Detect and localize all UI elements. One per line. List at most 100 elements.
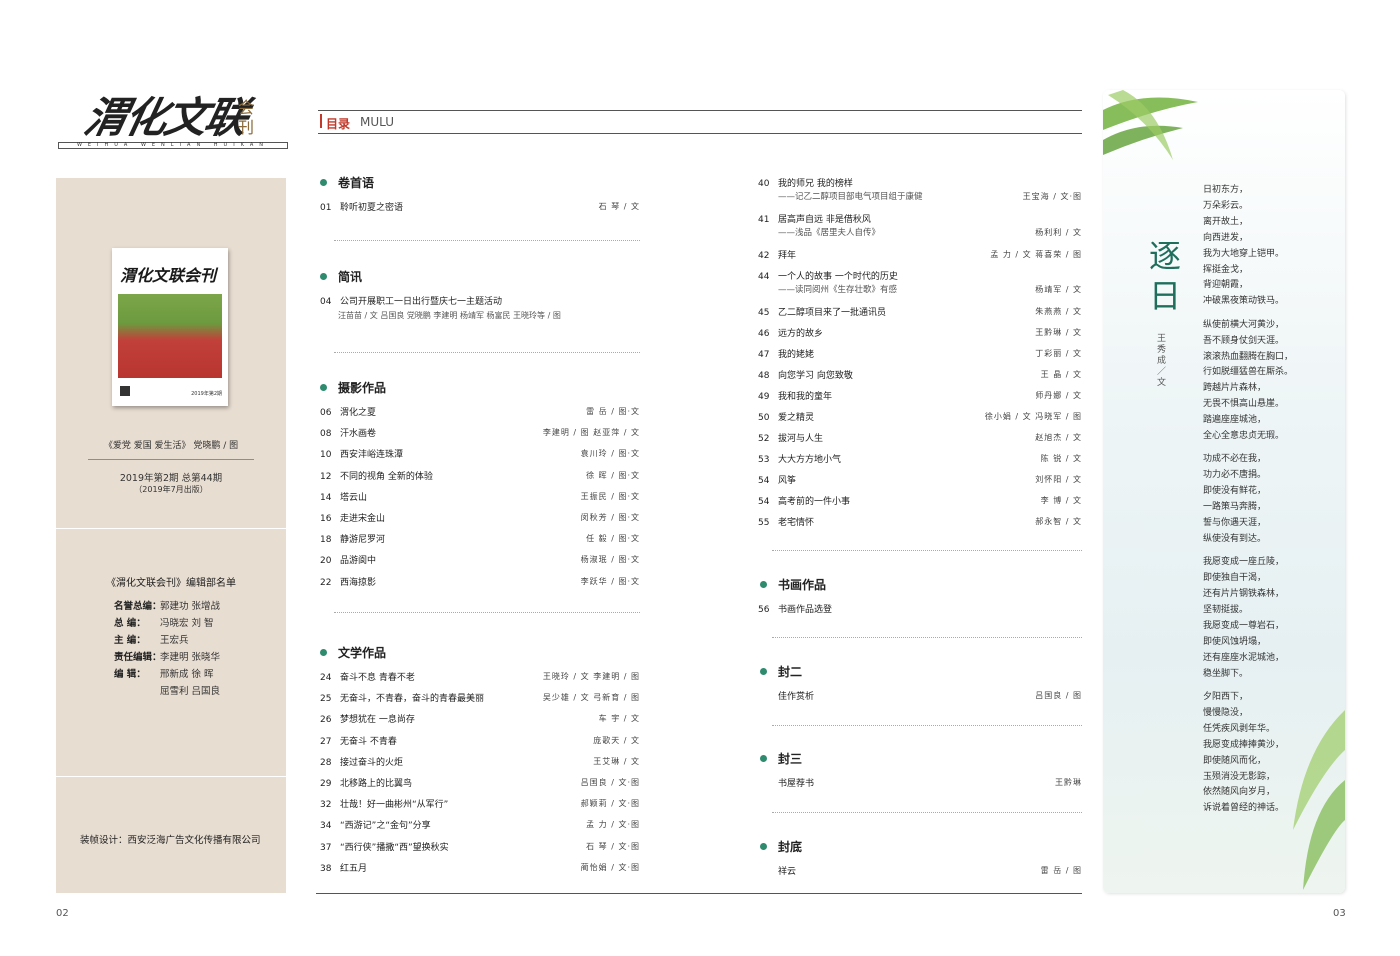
entry-title: 无奋斗 不青春 xyxy=(340,736,397,747)
entry-credit: 吕国良 / 图 xyxy=(1035,691,1082,700)
poem-line: 我愿变成一座丘陵， xyxy=(1203,557,1285,568)
entry-credit: 王 晶 / 文 xyxy=(1040,370,1082,379)
toc-entry: 16 走进宋金山 xyxy=(320,511,385,524)
toc-header: 目录 MULU xyxy=(318,110,1082,134)
entry-credit: 王振民 / 图·文 xyxy=(580,491,640,501)
entry-page-number: 16 xyxy=(320,514,332,524)
poem-line: 一路策马奔腾， xyxy=(1203,502,1267,513)
entry-page-number: 24 xyxy=(320,673,332,683)
page-number-left: 02 xyxy=(56,908,69,919)
entry-credit: 任 毅 / 图·文 xyxy=(586,534,640,544)
toc-entry: 42 拜年 xyxy=(758,248,796,261)
poem-line: 还有座座水泥城池， xyxy=(1203,652,1285,663)
entry-page-number: 25 xyxy=(320,694,332,705)
entry-title: 接过奋斗的火炬 xyxy=(340,757,404,768)
entry-page-number: 18 xyxy=(320,535,332,546)
entry-credit: 王宝海 / 文·图 xyxy=(1022,192,1082,201)
poem-line: 吾不顾身仗剑天涯。 xyxy=(1203,335,1285,346)
entry-title: 书画作品选登 xyxy=(778,605,833,615)
poem-line: 稳坐脚下。 xyxy=(1203,668,1249,679)
dotted-divider xyxy=(772,637,1082,638)
entry-title: “西游记”之“金句”分享 xyxy=(340,821,431,832)
poem-line: 还有片片钢铁森林， xyxy=(1203,589,1285,600)
entry-page-number: 34 xyxy=(320,821,332,832)
entry-title: 塔云山 xyxy=(340,492,368,503)
entry-credit: 杨利利 / 文 xyxy=(1035,228,1082,237)
poem-line: 我愿变成捧捧黄沙， xyxy=(1203,739,1285,750)
poem-line: 向西进发， xyxy=(1203,232,1249,243)
toc-entry: 56 书画作品选登 xyxy=(758,602,832,615)
entry-credit: 雷 岳 / 图 xyxy=(1040,866,1082,875)
entry-page-number: 08 xyxy=(320,429,332,440)
toc-entry: 28 接过奋斗的火炬 xyxy=(320,755,403,768)
poem-line: 任凭疾风剥年华。 xyxy=(1203,723,1276,734)
entry-page-number: 20 xyxy=(320,556,332,567)
section-heading: 封三 xyxy=(778,752,803,766)
entry-credit: 蔺怡娟 / 文·图 xyxy=(580,862,640,872)
entry-credit: 石 琴 / 文 xyxy=(598,202,640,211)
logo-latin: WEIHUA WENLIAN HUIKAN xyxy=(58,142,288,149)
section-heading: 封底 xyxy=(778,840,803,854)
editor-row: 责任编辑：李建明 张晓华 xyxy=(114,652,221,663)
poem-line: 即使独自干渴， xyxy=(1203,573,1267,584)
issue-number: 2019年第2期 总第44期 xyxy=(119,473,223,484)
entry-title: 远方的故乡 xyxy=(778,329,824,339)
entry-title: 爱之精灵 xyxy=(778,413,815,423)
toc-entry: 书屋荐书 xyxy=(758,776,814,789)
toc-entry: 06 渭化之夏 xyxy=(320,405,376,418)
entry-title: 居高声自远 非是借秋风 xyxy=(778,215,871,225)
entry-credit: 吴少雄 / 文 弓新育 / 图 xyxy=(542,693,640,703)
toc-entry: 48 向您学习 向您致敬 xyxy=(758,368,853,381)
entry-credit: 杨靖军 / 文 xyxy=(1035,285,1082,294)
poem-line: 诉说着曾经的神话。 xyxy=(1203,803,1285,814)
toc-entry: 24 奋斗不息 青春不老 xyxy=(320,670,415,683)
entry-page-number: 01 xyxy=(320,203,332,213)
poem-line: 誓与你遇天涯， xyxy=(1203,518,1267,528)
entry-title: 渭化之夏 xyxy=(340,408,377,418)
entry-title: 壮哉！好一曲彬州“从军行” xyxy=(340,800,449,811)
entry-credit: 李建明 / 图 赵亚萍 / 文 xyxy=(542,428,640,438)
section-bullet-icon xyxy=(320,273,327,280)
entry-page-number: 28 xyxy=(320,757,332,768)
cover-issue: 2019年第2期 xyxy=(191,391,222,397)
entry-title: 聆听初夏之密语 xyxy=(340,203,404,213)
entry-subtitle: ——浅品《居里夫人自传》 xyxy=(778,228,881,238)
entry-title: 我的姥姥 xyxy=(778,350,815,360)
section-bullet-icon xyxy=(760,581,767,588)
entry-credit: 雷 岳 / 图·文 xyxy=(586,407,640,416)
entry-title: 汗水画卷 xyxy=(340,429,377,440)
entry-credit: 朱燕燕 / 文 xyxy=(1035,307,1082,316)
toc-entry: 10 西安沣峪连珠潭 xyxy=(320,447,403,460)
toc-entry: 04 公司开展职工一日出行暨庆七一主题活动 xyxy=(320,294,502,307)
poem-line: 夕阳西下， xyxy=(1203,692,1249,702)
entry-page-number: 40 xyxy=(758,179,770,189)
entry-credit: 徐 晖 / 图·文 xyxy=(586,470,640,480)
poem-line: 功力必不唐捐。 xyxy=(1203,470,1267,481)
editor-row: 名誉总编：郭建功 张增战 xyxy=(114,601,221,612)
editor-row: 主 编： 王宏兵 xyxy=(114,635,189,646)
poem-line: 即使随风而化， xyxy=(1203,755,1267,766)
entry-page-number: 54 xyxy=(758,476,770,486)
toc-entry: 46 远方的故乡 xyxy=(758,326,823,339)
entry-credit: 孟 力 / 文·图 xyxy=(586,820,640,830)
entry-title: 无奋斗，不青春，奋斗的青春最美丽 xyxy=(340,694,485,705)
entry-credit: 石 琴 / 文·图 xyxy=(586,841,640,851)
toc-entry: 40 我的师兄 我的榜样 xyxy=(758,176,853,189)
entry-title: 老宅情怀 xyxy=(778,518,815,528)
entry-title: 拔河与人生 xyxy=(778,434,824,444)
entry-credit: 刘怀阳 / 文 xyxy=(1035,475,1082,484)
entry-page-number: 38 xyxy=(320,863,332,874)
cover-thumbnail: 渭化文联会刊 2019年第2期 xyxy=(112,248,228,406)
poem-panel: 逐日 王秀成／文 日初东方， 万朵彩云。 离开故土， 向西进发， 我为大地穿上铠甲。 挥挺… xyxy=(1103,90,1345,893)
cover-caption: 《爱党 爱国 爱生活》 党晓鹏 / 图 xyxy=(103,441,239,451)
entry-credit: 郝永智 / 文 xyxy=(1035,517,1082,526)
entry-credit: 杨淑珉 / 图·文 xyxy=(580,555,640,565)
toc-entry: 08 汗水画卷 xyxy=(320,426,376,439)
toc-entry: 44 一个人的故事 一个时代的历史 xyxy=(758,269,898,282)
entry-title: 北移路上的比翼鸟 xyxy=(340,779,413,789)
toc-entry: 47 我的姥姥 xyxy=(758,347,814,360)
entry-page-number: 48 xyxy=(758,371,770,381)
journal-logo: 渭化文联 会刊 WEIHUA WENLIAN HUIKAN xyxy=(58,84,290,154)
dotted-divider xyxy=(334,612,640,613)
entry-page-number: 55 xyxy=(758,518,770,528)
